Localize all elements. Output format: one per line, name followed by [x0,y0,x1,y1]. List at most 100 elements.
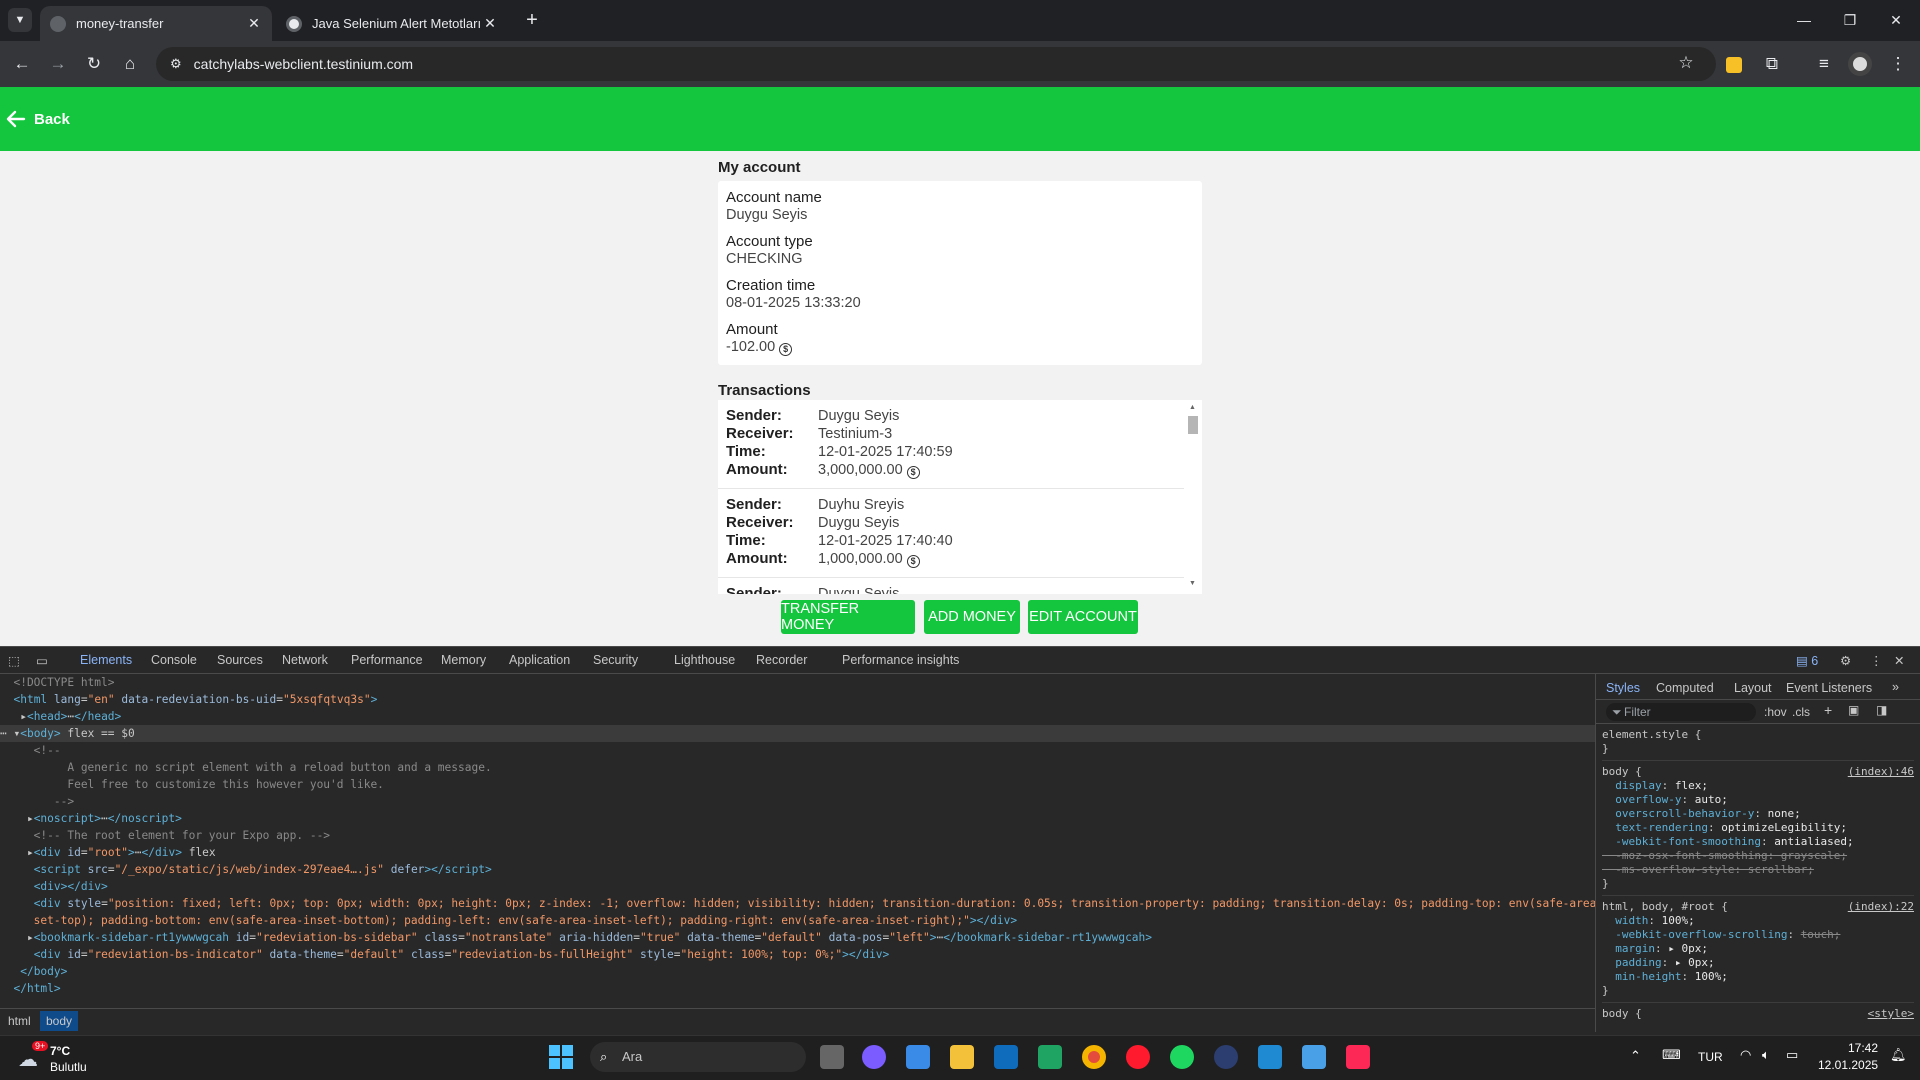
window-close-icon[interactable]: ✕ [1886,10,1906,30]
add-rule-icon[interactable]: + [1824,703,1832,717]
vscode-icon[interactable] [1258,1045,1282,1069]
tab-lighthouse[interactable]: Lighthouse [674,653,735,667]
vpn-icon[interactable] [1214,1045,1238,1069]
dom-line[interactable]: ▸<bookmark-sidebar-rt1ywwwgcah id="redev… [0,929,1595,946]
edit-account-button[interactable]: EDIT ACCOUNT [1028,600,1138,634]
devtools-menu-icon[interactable]: ⋮ [1870,653,1883,668]
dom-line[interactable]: ▸<head>⋯</head> [0,708,1595,725]
opera-icon[interactable] [1126,1045,1150,1069]
filter-input[interactable]: ⏷ Filter [1606,703,1756,721]
device-toolbar-icon[interactable]: ▭ [36,653,48,668]
search-placeholder: Ara [622,1049,643,1064]
new-tab-button[interactable]: + [520,8,544,32]
file-explorer-icon[interactable] [950,1045,974,1069]
browser-tab-money-transfer[interactable]: money-transfer ✕ [40,6,272,41]
back-button[interactable]: Back [6,109,70,129]
cls-toggle[interactable]: .cls [1792,705,1810,719]
profile-avatar[interactable] [1848,52,1872,76]
wifi-icon[interactable]: ◠ [1740,1047,1751,1063]
dom-line: set-top); padding-bottom: env(safe-area-… [0,914,1018,927]
notepad-icon[interactable] [1302,1045,1326,1069]
address-bar[interactable]: ⚙ catchylabs-webclient.testinium.com [156,47,1716,81]
notification-bell-icon[interactable]: 🔔︎ [1890,1047,1907,1063]
dom-line[interactable]: <div></div> [0,878,1595,895]
tab-memory[interactable]: Memory [441,653,486,667]
breadcrumb-body[interactable]: body [40,1011,79,1031]
bookmark-star-icon[interactable]: ☆ [1674,51,1698,75]
tab-performance[interactable]: Performance [351,653,423,667]
keyboard-icon[interactable]: ⌨ [1662,1047,1681,1063]
paint-icon[interactable]: ▣ [1848,703,1859,717]
dollar-coin-icon: $ [906,555,920,568]
store-icon[interactable] [906,1045,930,1069]
forward-arrow-icon[interactable]: → [46,52,70,76]
tab-sources[interactable]: Sources [217,653,263,667]
copilot-icon[interactable] [862,1045,886,1069]
dom-line[interactable]: <div style="position: fixed; left: 0px; … [0,895,1595,912]
tab-computed[interactable]: Computed [1656,681,1714,695]
weather-widget[interactable]: ☁ 9+ 7°C Bulutlu [18,1041,118,1075]
transactions-scrollbar[interactable]: ▲ ▼ [1188,404,1198,590]
tab-recorder[interactable]: Recorder [756,653,807,667]
tab-event-listeners[interactable]: Event Listeners [1786,681,1872,695]
field-label: Creation time [726,277,816,294]
breadcrumb-html[interactable]: html [8,1014,31,1028]
tab-search-button[interactable]: ▼ [8,8,32,32]
tab-console[interactable]: Console [151,653,197,667]
battery-icon[interactable]: ▭ [1786,1047,1798,1063]
extension-icon[interactable] [1722,52,1746,76]
site-info-icon[interactable]: ⚙ [170,56,182,72]
outlook-icon[interactable] [994,1045,1018,1069]
intellij-icon[interactable] [1346,1045,1370,1069]
time-label: Time: [726,443,766,460]
settings-gear-icon[interactable]: ⚙ [1840,653,1851,668]
start-button-windows-icon[interactable] [549,1045,573,1069]
dom-line-selected[interactable]: ⋯ ▾<body> flex == $0 [0,725,1595,742]
volume-icon[interactable]: 🔈︎ [1762,1047,1770,1063]
google-drive-icon[interactable] [1038,1045,1062,1069]
my-account-title: My account [718,159,801,176]
issues-icon[interactable]: ▤ 6 [1796,653,1818,668]
dom-line[interactable]: <script src="/_expo/static/js/web/index-… [0,861,1595,878]
dom-line[interactable]: ▸<div id="root">⋯</div> flex [0,844,1595,861]
tab-layout[interactable]: Layout [1734,681,1772,695]
browser-tab-selenium[interactable]: Java Selenium Alert Metotları ✕ [276,6,508,41]
language-indicator[interactable]: TUR [1698,1050,1723,1064]
dom-line[interactable]: <div id="redeviation-bs-indicator" data-… [0,946,1595,963]
close-icon[interactable]: ✕ [482,15,498,32]
taskbar-search-input[interactable]: ⌕ Ara [590,1042,806,1072]
chrome-icon[interactable] [1082,1045,1106,1069]
tab-performance-insights[interactable]: Performance insights [842,653,959,667]
tab-application[interactable]: Application [509,653,570,667]
more-tabs-icon[interactable]: » [1892,680,1899,694]
elements-tree[interactable]: <!DOCTYPE html> <html lang="en" data-red… [0,674,1595,1008]
tab-styles[interactable]: Styles [1606,681,1640,695]
transfer-money-button[interactable]: TRANSFER MONEY [781,600,915,634]
clock-time: 17:42 [1847,1041,1878,1055]
reload-icon[interactable]: ↻ [82,52,106,76]
tab-network[interactable]: Network [282,653,328,667]
tab-security[interactable]: Security [593,653,638,667]
tray-chevron-icon[interactable]: ⌃ [1630,1048,1641,1064]
close-icon[interactable]: ✕ [246,15,262,32]
task-view-icon[interactable] [820,1045,844,1069]
account-type-field: Account type CHECKING [726,233,1194,268]
sidebar-toggle-icon[interactable]: ◨ [1876,703,1887,717]
menu-kebab-icon[interactable]: ⋮ [1886,52,1910,76]
url-text: catchylabs-webclient.testinium.com [193,56,414,72]
add-money-button[interactable]: ADD MONEY [924,600,1020,634]
clock[interactable]: 17:42 12.01.2025 [1818,1041,1878,1072]
inspect-element-icon[interactable]: ⬚ [8,653,20,668]
transactions-list[interactable]: Sender: Duygu Seyis Receiver: Testinium-3 … [718,400,1202,594]
spotify-icon[interactable] [1170,1045,1194,1069]
home-icon[interactable]: ⌂ [118,52,142,76]
back-arrow-icon[interactable]: ← [10,52,34,76]
tab-elements[interactable]: Elements [80,653,132,667]
media-controls-icon[interactable]: ≡ [1812,52,1836,76]
restore-icon[interactable]: ❐ [1840,10,1860,30]
dom-line[interactable]: ▸<noscript>⋯</noscript> [0,810,1595,827]
extensions-puzzle-icon[interactable]: ⧉ [1760,52,1784,76]
minimize-icon[interactable]: — [1794,10,1814,30]
devtools-close-icon[interactable]: ✕ [1894,653,1904,668]
hov-toggle[interactable]: :hov [1764,705,1787,719]
